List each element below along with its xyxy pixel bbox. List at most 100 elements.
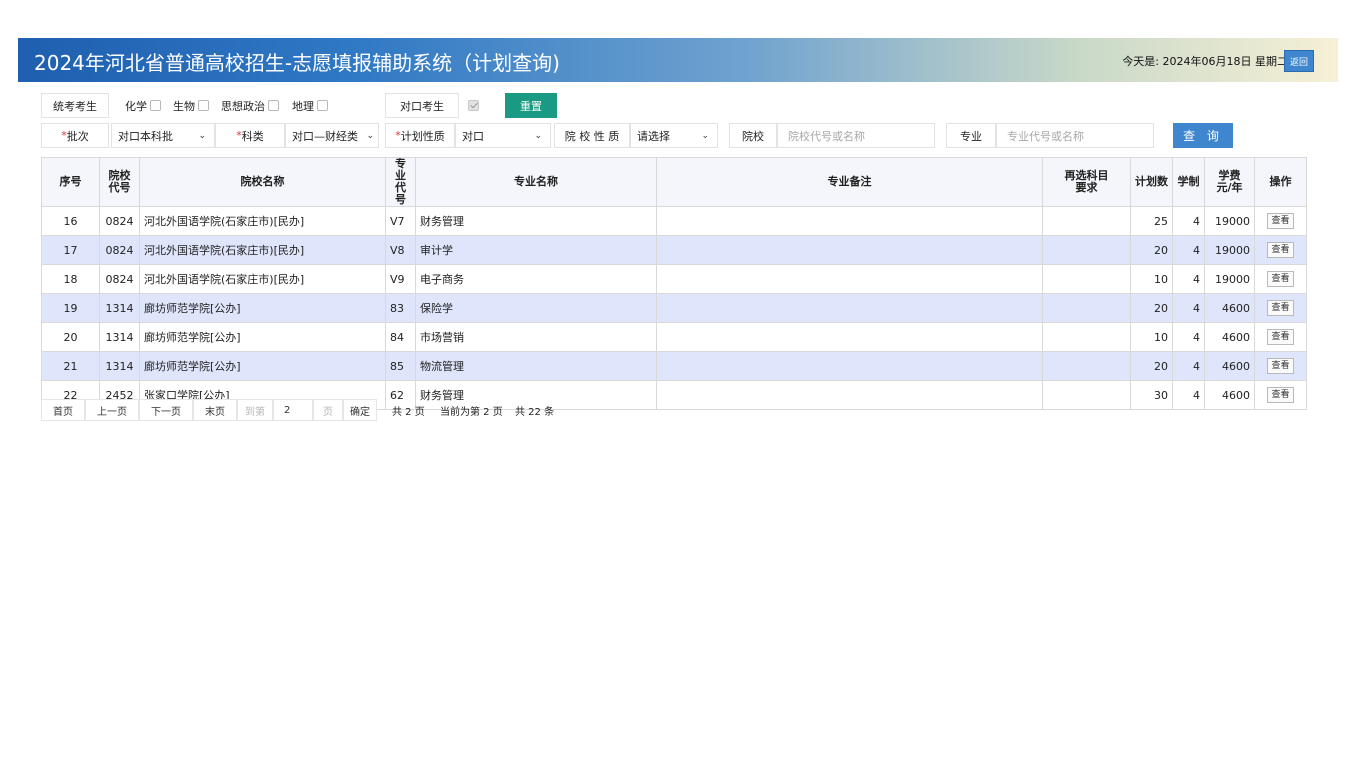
checkbox-vocational[interactable] <box>468 100 479 111</box>
cell-plan: 10 <box>1130 264 1173 294</box>
chevron-down-icon: ⌄ <box>534 130 542 141</box>
table-row: 18 0824 河北外国语学院(石家庄市)[民办] V9 电子商务 10 4 19000 查看 <box>41 264 1307 294</box>
cell-tuition: 4600 <box>1204 293 1255 323</box>
major-placeholder: 专业代号或名称 <box>1007 129 1084 143</box>
cell-major-name: 审计学 <box>415 235 657 265</box>
school-nature-label: 院 校 性 质 <box>554 123 630 148</box>
cell-action: 查看 <box>1254 322 1307 352</box>
query-button[interactable]: 查 询 <box>1173 123 1233 148</box>
col-header-school-code: 院校 代号 <box>99 157 140 207</box>
today-date: 今天是: 2024年06月18日 星期二 <box>1122 55 1288 68</box>
batch-value: 对口本科批 <box>118 129 173 143</box>
cell-school-code: 0824 <box>99 235 140 265</box>
cell-seq: 20 <box>41 322 100 352</box>
exam-type-label: 统考考生 <box>41 93 109 118</box>
cell-major-name: 市场营销 <box>415 322 657 352</box>
view-button[interactable]: 查看 <box>1267 300 1294 316</box>
results-table: 序号 院校 代号 院校名称 专业 代号 专业名称 专业备注 再选科目 要求 计划数 学… <box>41 157 1307 410</box>
page-title: 2024年河北省普通高校招生-志愿填报辅助系统（计划查询) <box>34 51 560 75</box>
subject-option-biology[interactable]: 生物 <box>173 93 209 118</box>
total-pages: 共 2 页 <box>392 406 425 418</box>
cell-major-name: 物流管理 <box>415 351 657 381</box>
checkbox-biology[interactable] <box>198 100 209 111</box>
next-page-button[interactable]: 下一页 <box>139 399 193 421</box>
cell-subject-req <box>1042 351 1131 381</box>
batch-label: * 批次 <box>41 123 109 148</box>
view-button[interactable]: 查看 <box>1267 271 1294 287</box>
cell-years: 4 <box>1172 235 1205 265</box>
cell-years: 4 <box>1172 206 1205 236</box>
cell-seq: 16 <box>41 206 100 236</box>
plan-type-value: 对口 <box>462 129 484 143</box>
cell-plan: 20 <box>1130 235 1173 265</box>
current-page: 当前为第 2 页 <box>440 406 503 418</box>
cell-plan: 30 <box>1130 380 1173 410</box>
cell-seq: 19 <box>41 293 100 323</box>
plan-type-select[interactable]: 对口 ⌄ <box>455 123 551 148</box>
vocational-label: 对口考生 <box>385 93 459 118</box>
cell-major-code: 83 <box>385 293 416 323</box>
last-page-button[interactable]: 末页 <box>193 399 237 421</box>
cell-subject-req <box>1042 322 1131 352</box>
category-label-text: 科类 <box>241 129 264 143</box>
back-button[interactable]: 返回 <box>1284 50 1314 72</box>
cell-subject-req <box>1042 235 1131 265</box>
page-unit-label: 页 <box>313 399 343 421</box>
chevron-down-icon: ⌄ <box>701 130 709 141</box>
checkbox-politics[interactable] <box>268 100 279 111</box>
view-button[interactable]: 查看 <box>1267 242 1294 258</box>
cell-note <box>656 351 1043 381</box>
cell-seq: 18 <box>41 264 100 294</box>
chevron-down-icon: ⌄ <box>198 130 206 141</box>
checkbox-chemistry[interactable] <box>150 100 161 111</box>
category-select[interactable]: 对口—财经类 ⌄ <box>285 123 379 148</box>
goto-page-input[interactable]: 2 <box>273 399 313 421</box>
batch-select[interactable]: 对口本科批 ⌄ <box>111 123 215 148</box>
cell-tuition: 19000 <box>1204 235 1255 265</box>
cell-school-name: 河北外国语学院(石家庄市)[民办] <box>139 206 386 236</box>
view-button[interactable]: 查看 <box>1267 213 1294 229</box>
col-header-note: 专业备注 <box>656 157 1043 207</box>
vocational-option[interactable] <box>465 93 479 118</box>
school-nature-select[interactable]: 请选择 ⌄ <box>630 123 718 148</box>
school-nature-value: 请选择 <box>637 129 670 143</box>
subject-label: 生物 <box>173 99 195 113</box>
cell-tuition: 19000 <box>1204 206 1255 236</box>
subject-option-politics[interactable]: 思想政治 <box>221 93 279 118</box>
cell-major-name: 电子商务 <box>415 264 657 294</box>
cell-school-name: 廊坊师范学院[公办] <box>139 322 386 352</box>
table-row: 16 0824 河北外国语学院(石家庄市)[民办] V7 财务管理 25 4 19000 查看 <box>41 206 1307 236</box>
cell-seq: 21 <box>41 351 100 381</box>
col-header-action: 操作 <box>1254 157 1307 207</box>
cell-school-name: 廊坊师范学院[公办] <box>139 293 386 323</box>
col-header-seq: 序号 <box>41 157 100 207</box>
prev-page-button[interactable]: 上一页 <box>85 399 139 421</box>
col-header-major-code: 专业 代号 <box>385 157 416 207</box>
view-button[interactable]: 查看 <box>1267 387 1294 403</box>
cell-plan: 20 <box>1130 293 1173 323</box>
cell-school-code: 0824 <box>99 206 140 236</box>
first-page-button[interactable]: 首页 <box>41 399 85 421</box>
cell-major-name: 保险学 <box>415 293 657 323</box>
subject-label: 地理 <box>292 99 314 113</box>
checkbox-geography[interactable] <box>317 100 328 111</box>
subject-option-chemistry[interactable]: 化学 <box>125 93 161 118</box>
cell-school-code: 1314 <box>99 351 140 381</box>
reset-button[interactable]: 重置 <box>505 93 557 118</box>
confirm-page-button[interactable]: 确定 <box>343 399 377 421</box>
subject-option-geography[interactable]: 地理 <box>292 93 328 118</box>
plan-type-label-text: 计划性质 <box>400 129 445 143</box>
view-button[interactable]: 查看 <box>1267 329 1294 345</box>
cell-years: 4 <box>1172 264 1205 294</box>
cell-action: 查看 <box>1254 264 1307 294</box>
school-search-input[interactable]: 院校代号或名称 <box>777 123 935 148</box>
col-header-school-name: 院校名称 <box>139 157 386 207</box>
view-button[interactable]: 查看 <box>1267 358 1294 374</box>
cell-major-code: 85 <box>385 351 416 381</box>
cell-school-code: 1314 <box>99 322 140 352</box>
table-row: 19 1314 廊坊师范学院[公办] 83 保险学 20 4 4600 查看 <box>41 293 1307 323</box>
cell-note <box>656 206 1043 236</box>
major-search-input[interactable]: 专业代号或名称 <box>996 123 1154 148</box>
cell-years: 4 <box>1172 351 1205 381</box>
cell-years: 4 <box>1172 293 1205 323</box>
